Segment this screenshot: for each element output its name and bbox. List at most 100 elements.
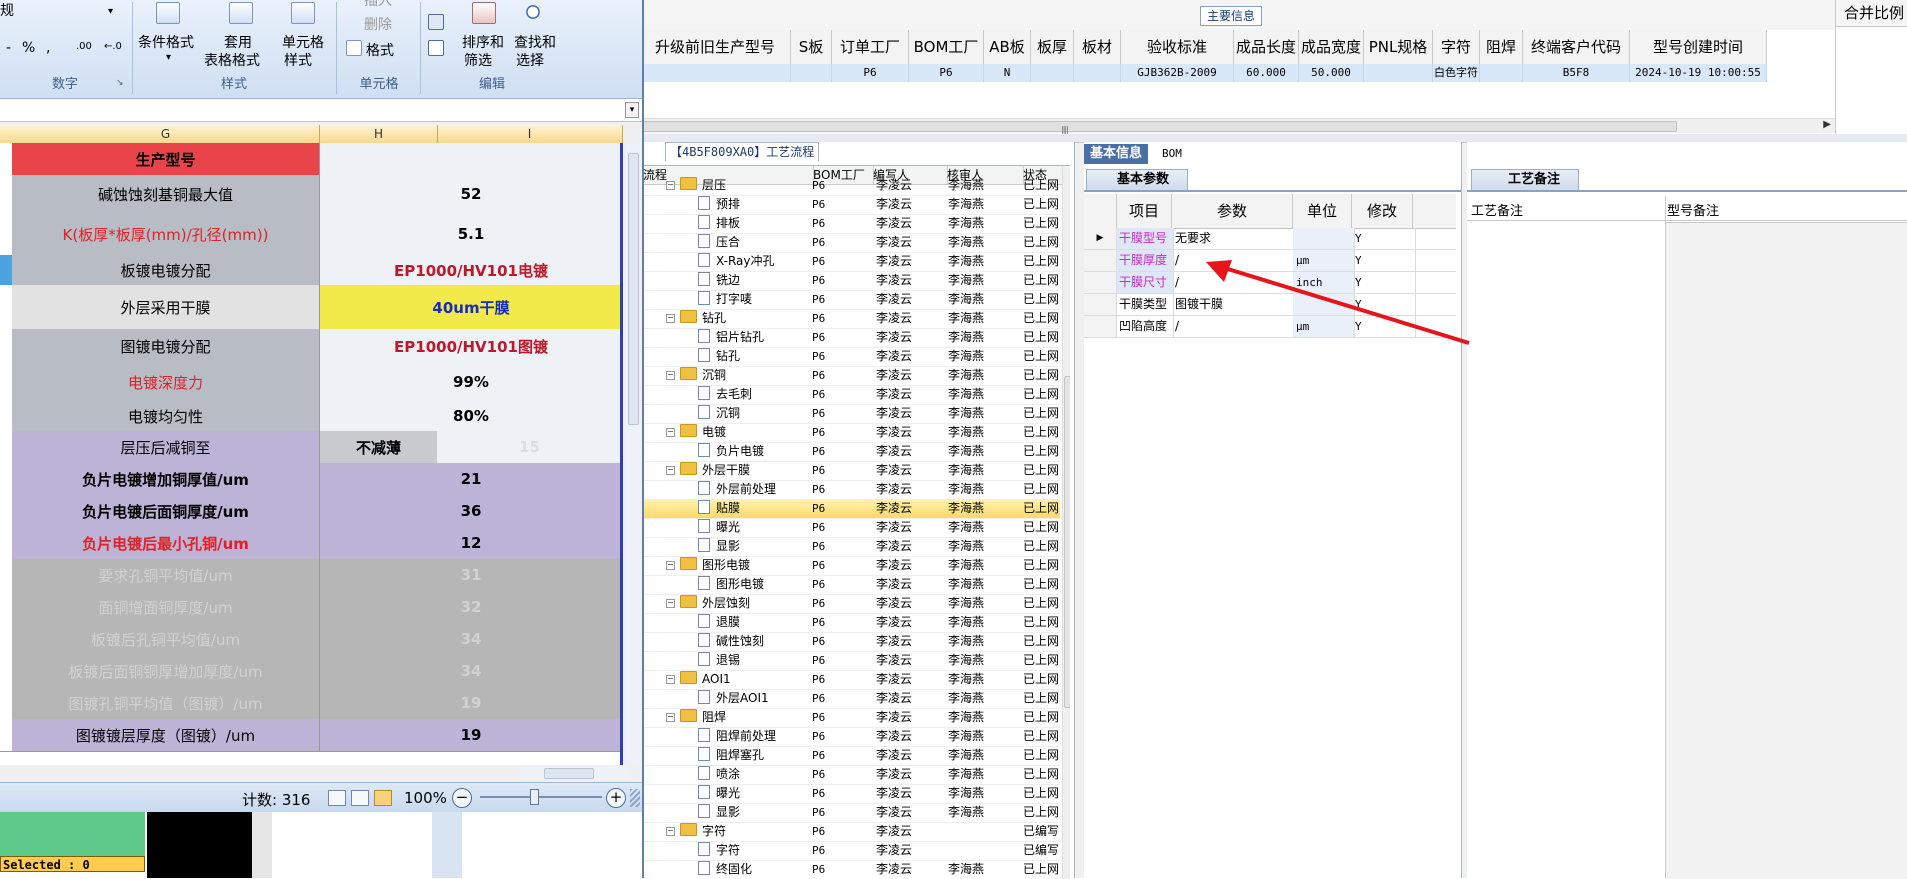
zoom-slider[interactable] <box>480 796 602 798</box>
process-step-name[interactable]: 预排 <box>698 195 810 214</box>
sheet-row[interactable]: 生产型号 <box>0 143 622 176</box>
format-button[interactable]: 格式 <box>366 40 394 60</box>
sheet-vscrollbar[interactable] <box>626 143 640 765</box>
increase-decimal-button[interactable]: .00 <box>76 41 92 52</box>
page-break-view-icon[interactable] <box>374 790 392 806</box>
row-indicator[interactable] <box>1084 250 1117 271</box>
process-step-name[interactable]: − 图形电镀 <box>666 556 810 575</box>
process-tree-row[interactable]: − AOI1 P6 李凌云 李海燕 已上网 <box>640 670 1060 690</box>
process-step-name[interactable]: 钻孔 <box>698 347 810 366</box>
process-tree-row[interactable]: 预排 P6 李凌云 李海燕 已上网 <box>640 195 1060 215</box>
label-cell[interactable]: 碱蚀蚀刻基铜最大值 <box>12 175 320 213</box>
params-row[interactable]: 干膜类型 图镀干膜 Y <box>1084 294 1456 316</box>
process-tree-row[interactable]: 去毛刺 P6 李凌云 李海燕 已上网 <box>640 385 1060 405</box>
process-tree-row[interactable]: 贴膜 P6 李凌云 李海燕 已上网 <box>640 499 1060 519</box>
currency-button[interactable]: - <box>6 40 11 56</box>
value-cell[interactable]: 32 <box>320 591 622 623</box>
row-indicator[interactable] <box>1084 272 1117 293</box>
label-cell[interactable]: 负片电镀增加铜厚值/um <box>12 463 320 495</box>
number-format-combo[interactable]: 规 <box>0 0 14 20</box>
resize-grip-icon[interactable] <box>630 789 640 807</box>
zoom-in-button[interactable]: + <box>606 788 626 808</box>
main-grid-cell[interactable] <box>1031 64 1074 82</box>
value-cell[interactable] <box>320 143 622 175</box>
main-grid-column-header[interactable]: 型号创建时间 <box>1630 30 1767 64</box>
process-step-name[interactable]: 外层前处理 <box>698 480 810 499</box>
process-step-name[interactable]: 贴膜 <box>698 499 810 518</box>
main-grid-cell[interactable]: 50.000 <box>1299 64 1364 82</box>
params-row[interactable]: 干膜厚度 / μm Y <box>1084 250 1456 272</box>
value-cell[interactable]: 21 <box>320 463 622 495</box>
param-value-cell[interactable]: 无要求 <box>1172 228 1296 249</box>
process-tree-row[interactable]: − 外层干膜 P6 李凌云 李海燕 已上网 <box>640 461 1060 481</box>
process-tree-row[interactable]: 打字唛 P6 李凌云 李海燕 已上网 <box>640 290 1060 310</box>
process-step-name[interactable]: − 钻孔 <box>666 309 810 328</box>
params-row[interactable]: 凹陷高度 / μm Y <box>1084 316 1456 338</box>
sheet-row[interactable]: 图镀电镀分配 EP1000/HV101图镀 <box>0 329 622 364</box>
process-tree-row[interactable]: 曝光 P6 李凌云 李海燕 已上网 <box>640 518 1060 538</box>
scrollbar-thumb[interactable] <box>544 768 594 779</box>
process-step-name[interactable]: − 层压 <box>666 176 810 195</box>
process-step-name[interactable]: 铣边 <box>698 271 810 290</box>
process-step-name[interactable]: 曝光 <box>698 518 810 537</box>
main-grid-cell[interactable]: 白色字符 <box>1433 64 1480 82</box>
tab-basic-params[interactable]: 基本参数 <box>1086 169 1189 190</box>
process-step-name[interactable]: − 外层干膜 <box>666 461 810 480</box>
process-tree-row[interactable]: 退锡 P6 李凌云 李海燕 已上网 <box>640 651 1060 671</box>
page-layout-view-icon[interactable] <box>351 790 369 806</box>
cell-style-button-line2[interactable]: 样式 <box>284 50 312 70</box>
main-grid-cell[interactable]: P6 <box>832 64 909 82</box>
param-value-cell[interactable]: / <box>1172 316 1296 337</box>
main-grid-column-header[interactable]: AB板 <box>984 30 1031 64</box>
cell-style-icon[interactable] <box>291 2 315 24</box>
process-step-name[interactable]: − 沉铜 <box>666 366 810 385</box>
sheet-row[interactable]: K(板厚*板厚(mm)/孔径(mm)) 5.1 <box>0 213 622 256</box>
current-row-indicator-icon[interactable]: ▶ <box>1084 228 1117 249</box>
process-step-name[interactable]: − AOI1 <box>666 670 810 689</box>
sheet-hscrollbar[interactable] <box>520 766 628 780</box>
value-cell[interactable]: 34 <box>320 623 622 655</box>
process-step-name[interactable]: 退锡 <box>698 651 810 670</box>
process-step-name[interactable]: 外层AOI1 <box>698 689 810 708</box>
main-grid-cell[interactable]: N <box>984 64 1031 82</box>
process-step-name[interactable]: − 电镀 <box>666 423 810 442</box>
main-grid-cell[interactable]: B5F8 <box>1523 64 1630 82</box>
label-cell[interactable]: 电镀均匀性 <box>12 401 320 431</box>
process-flow-tab[interactable]: 【4B5F809XA0】工艺流程 <box>665 142 820 161</box>
main-grid-row[interactable]: P6 P6 N GJB362B-2009 60.000 50.000 白色字符 B5F8 202… <box>640 64 1767 82</box>
process-step-name[interactable]: 喷涂 <box>698 765 810 784</box>
param-value-cell[interactable]: / <box>1172 272 1296 293</box>
process-step-name[interactable]: 曝光 <box>698 784 810 803</box>
table-format-button-line2[interactable]: 表格格式 <box>204 50 260 70</box>
process-tree-row[interactable]: 压合 P6 李凌云 李海燕 已上网 <box>640 233 1060 253</box>
params-column-header[interactable]: 项目 <box>1117 194 1172 228</box>
main-grid-hscrollbar[interactable]: |||| ▶ <box>640 118 1835 134</box>
sheet-row[interactable]: 板镀后孔铜平均值/um 34 <box>0 623 622 656</box>
param-modify-cell[interactable]: Y <box>1352 294 1416 315</box>
process-tree-row[interactable]: − 钻孔 P6 李凌云 李海燕 已上网 <box>640 309 1060 329</box>
label-cell[interactable]: 层压后减铜至 <box>12 431 320 463</box>
value-cell[interactable]: 52 <box>320 175 622 213</box>
conditional-format-icon[interactable] <box>156 2 180 24</box>
param-unit-cell[interactable]: μm <box>1293 250 1355 271</box>
process-tree-row[interactable]: 显影 P6 李凌云 李海燕 已上网 <box>640 803 1060 823</box>
tab-basic-info[interactable]: 基本信息 <box>1084 144 1149 164</box>
process-tree-row[interactable]: 钻孔 P6 李凌云 李海燕 已上网 <box>640 347 1060 367</box>
main-grid-cell[interactable] <box>640 64 791 82</box>
process-tree-row[interactable]: − 沉铜 P6 李凌云 李海燕 已上网 <box>640 366 1060 386</box>
collapse-icon[interactable]: − <box>666 827 675 836</box>
label-cell[interactable]: 负片电镀后面铜厚度/um <box>12 495 320 527</box>
process-step-name[interactable]: 排板 <box>698 214 810 233</box>
normal-view-icon[interactable] <box>328 790 346 806</box>
chevron-down-icon[interactable]: ▾ <box>166 52 171 63</box>
main-grid-column-header[interactable]: PNL规格 <box>1364 30 1433 64</box>
comma-button[interactable]: , <box>46 40 50 56</box>
chevron-down-icon[interactable]: ▾ <box>625 102 639 118</box>
process-step-name[interactable]: − 字符 <box>666 822 810 841</box>
main-grid-cell[interactable] <box>791 64 832 82</box>
decrease-decimal-button[interactable]: ←.0 <box>104 41 122 52</box>
spreadsheet-grid[interactable]: 生产型号 碱蚀蚀刻基铜最大值 52 K(板厚*板厚(mm)/孔径(mm)) 5.1 板镀电… <box>0 143 622 765</box>
main-grid-column-header[interactable]: 订单工厂 <box>832 30 909 64</box>
process-tree-row[interactable]: 阻焊前处理 P6 李凌云 李海燕 已上网 <box>640 727 1060 747</box>
sort-filter-button-line1[interactable]: 排序和 <box>462 32 504 52</box>
